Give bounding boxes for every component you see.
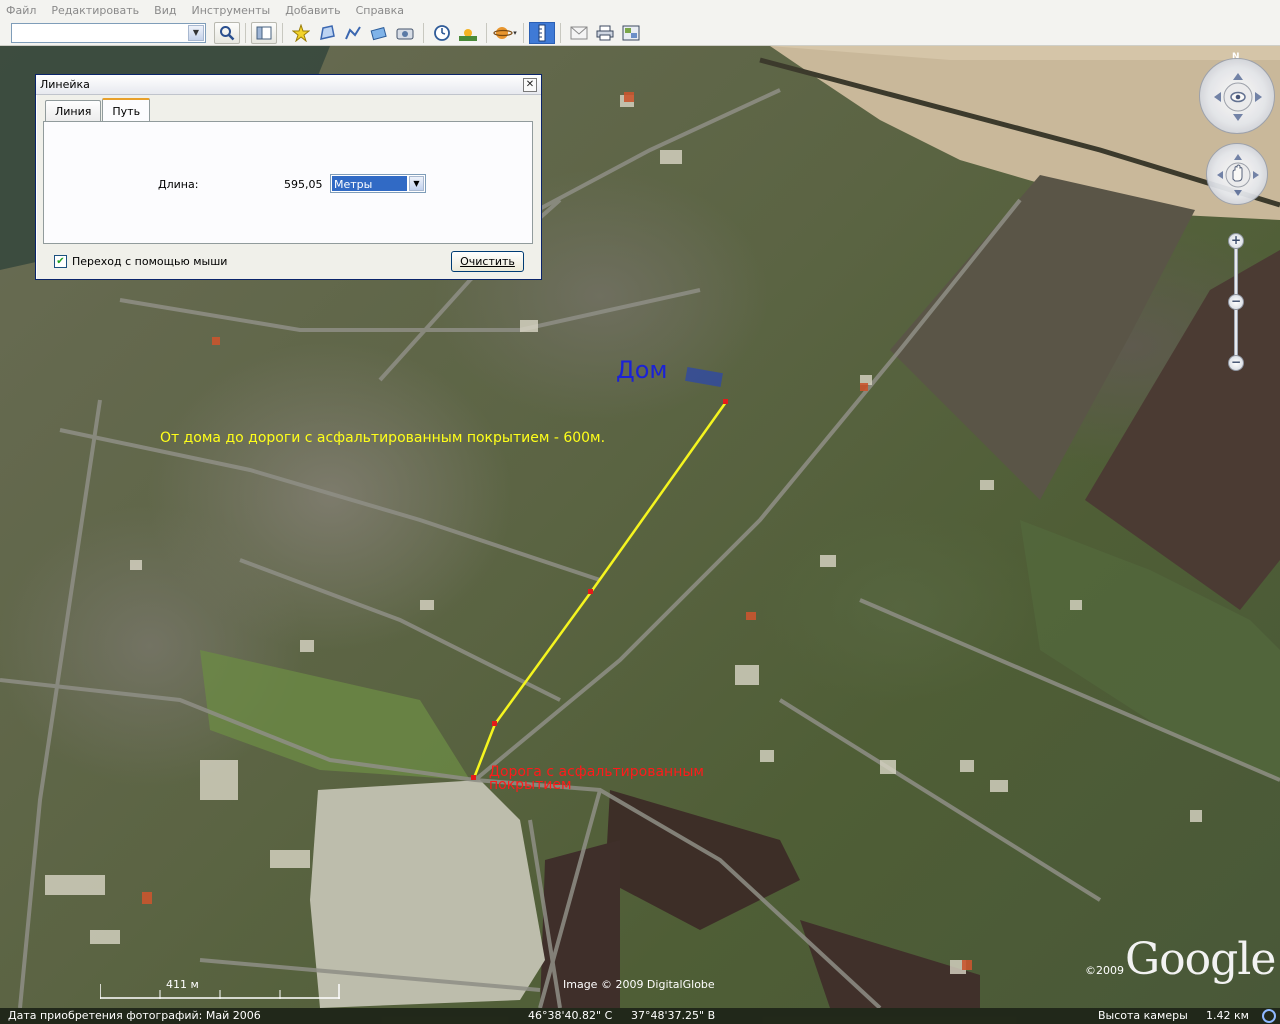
menu-file[interactable]: Файл xyxy=(6,4,36,17)
units-select[interactable]: Метры ▼ xyxy=(330,174,426,193)
clear-button[interactable]: Очистить xyxy=(451,251,524,272)
sunlight-icon xyxy=(459,28,477,41)
road-label: Дорога с асфальтированным покрытием xyxy=(489,765,704,793)
close-icon[interactable]: ✕ xyxy=(523,77,537,92)
menu-view[interactable]: Вид xyxy=(154,4,176,17)
search-button[interactable] xyxy=(214,21,240,44)
tab-path[interactable]: Путь xyxy=(102,98,151,122)
view-in-maps-button[interactable] xyxy=(618,22,644,44)
path-vertex[interactable] xyxy=(471,775,476,780)
camera-altitude-label: Высота камеры xyxy=(1098,1009,1188,1022)
scale-bar: 411 м xyxy=(99,978,340,1000)
email-icon xyxy=(570,26,588,39)
map-icon xyxy=(622,25,640,40)
sunlight-button[interactable] xyxy=(455,22,481,44)
latitude: 46°38'40.82" С xyxy=(528,1009,613,1022)
placemark-icon xyxy=(292,23,310,42)
chevron-down-icon[interactable]: ▼ xyxy=(409,176,424,191)
streaming-icon xyxy=(1262,1009,1276,1023)
email-button[interactable] xyxy=(566,22,592,44)
search-icon xyxy=(220,25,235,40)
look-joystick[interactable] xyxy=(1199,58,1275,134)
ruler-dialog: Линейка ✕ Линия Путь Длина: 595,05 Метры… xyxy=(35,74,542,280)
zoom-slider[interactable]: + − − xyxy=(1227,231,1245,376)
road-label-line2: покрытием xyxy=(489,777,572,793)
move-joystick[interactable] xyxy=(1206,143,1268,205)
image-overlay-icon xyxy=(370,26,387,40)
path-vertex[interactable] xyxy=(492,721,497,726)
menu-edit[interactable]: Редактировать xyxy=(51,4,139,17)
add-image-overlay-button[interactable] xyxy=(366,22,392,44)
add-polygon-button[interactable] xyxy=(314,22,340,44)
look-arrows-icon xyxy=(1214,73,1262,121)
mouse-navigation-label: Переход с помощью мыши xyxy=(72,255,228,268)
mouse-navigation-option[interactable]: ✔ Переход с помощью мыши xyxy=(54,255,227,268)
longitude: 37°48'37.25" В xyxy=(631,1009,716,1022)
record-tour-button[interactable] xyxy=(392,22,418,44)
mouse-navigation-checkbox[interactable]: ✔ xyxy=(54,255,67,268)
path-icon xyxy=(345,25,361,39)
planet-icon xyxy=(493,26,513,39)
clock-icon xyxy=(434,24,450,41)
scale-label: 411 м xyxy=(166,978,199,991)
print-button[interactable] xyxy=(592,22,618,44)
menu-tools[interactable]: Инструменты xyxy=(191,4,270,17)
print-icon xyxy=(596,25,614,40)
add-placemark-button[interactable] xyxy=(288,22,314,44)
search-input[interactable]: ▼ xyxy=(11,22,206,43)
status-bar: Дата приобретения фотографий: Май 2006 4… xyxy=(0,1008,1280,1024)
camera-icon xyxy=(396,28,414,39)
historical-imagery-button[interactable] xyxy=(429,22,455,44)
zoom-in-button[interactable]: + xyxy=(1228,233,1244,249)
ruler-icon xyxy=(538,24,546,41)
ruler-title: Линейка xyxy=(40,78,90,91)
chevron-down-icon[interactable]: ▼ xyxy=(188,24,204,41)
path-vertex[interactable] xyxy=(723,399,728,404)
ruler-button[interactable] xyxy=(529,21,555,44)
clear-button-label: Очистить xyxy=(460,255,515,268)
home-label: Дом xyxy=(616,356,668,384)
ruler-tabs: Линия Путь xyxy=(45,98,151,122)
units-selected-value: Метры xyxy=(332,176,407,191)
chevron-down-icon: ▾ xyxy=(513,28,517,37)
ruler-titlebar[interactable]: Линейка ✕ xyxy=(36,75,541,95)
menu-add[interactable]: Добавить xyxy=(285,4,340,17)
menu-help[interactable]: Справка xyxy=(356,4,404,17)
photo-date: Дата приобретения фотографий: Май 2006 xyxy=(8,1009,261,1022)
add-path-button[interactable] xyxy=(340,22,366,44)
scale-ruler-icon xyxy=(99,984,340,999)
ruler-panel: Длина: 595,05 Метры ▼ xyxy=(43,121,533,244)
zoom-thumb[interactable]: − xyxy=(1228,294,1244,310)
google-logo: Google xyxy=(1125,934,1276,985)
menu-bar: Файл Редактировать Вид Инструменты Добав… xyxy=(0,0,1280,20)
copyright-year: ©2009 xyxy=(1085,964,1124,977)
length-value: 595,05 xyxy=(284,178,323,191)
sidebar-icon xyxy=(256,26,272,39)
polygon-icon xyxy=(320,24,335,40)
toolbar: ▼ ▾ xyxy=(0,20,1280,46)
move-arrows-icon xyxy=(1217,154,1259,196)
length-label: Длина: xyxy=(158,178,199,191)
imagery-credit: Image © 2009 DigitalGlobe xyxy=(563,978,715,991)
sidebar-toggle-button[interactable] xyxy=(251,21,277,44)
tab-line[interactable]: Линия xyxy=(45,100,102,122)
zoom-out-button[interactable]: − xyxy=(1228,355,1244,371)
path-vertex[interactable] xyxy=(588,589,593,594)
camera-altitude-value: 1.42 км xyxy=(1206,1009,1249,1022)
switch-planet-button[interactable]: ▾ xyxy=(492,22,518,44)
distance-label: От дома до дороги с асфальтированным пок… xyxy=(160,430,606,446)
